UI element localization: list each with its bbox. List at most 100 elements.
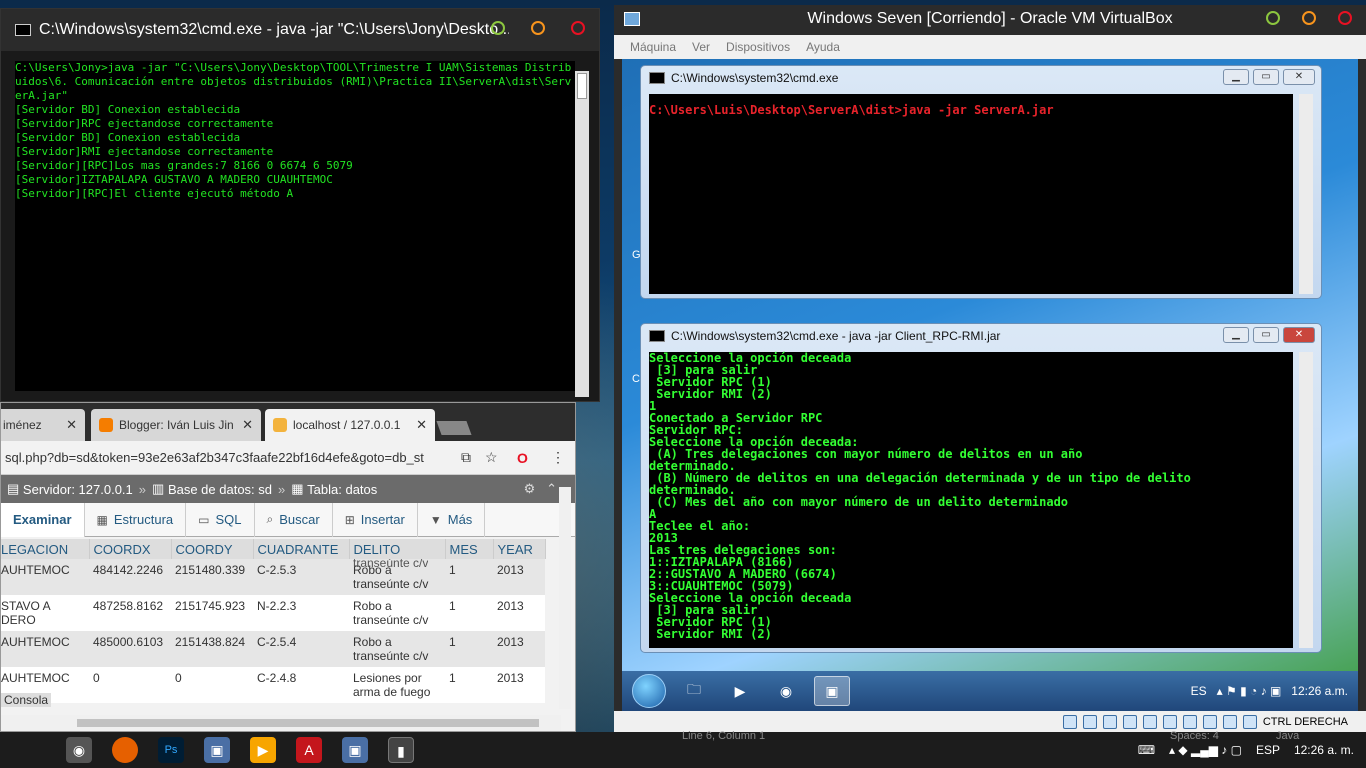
console-toggle[interactable]: Consola [1, 693, 52, 707]
explorer-icon[interactable]: 🗀 [676, 676, 712, 706]
tab-examinar[interactable]: Examinar [1, 502, 85, 537]
browser-window[interactable]: iménez ✕ Blogger: Iván Luis Jin ✕ localh… [0, 402, 576, 732]
cpu-icon[interactable] [1222, 715, 1237, 729]
tab-sql[interactable]: ▭ SQL [186, 502, 255, 537]
guest-cmd1-console[interactable]: C:\Users\Luis\Desktop\ServerA\dist>java … [649, 94, 1293, 294]
menu-ver[interactable]: Ver [692, 40, 710, 54]
cmd-taskbar-icon[interactable]: ▮ [388, 737, 414, 763]
opera-icon[interactable]: O [517, 450, 528, 466]
mouse-integration-icon[interactable] [1242, 715, 1257, 729]
tray-icons[interactable]: ▴ ◆ ▂▄▆ ♪ ▢ [1169, 743, 1242, 757]
tray-icons[interactable]: ▴ ⚑ ▮ ◔ ♪ ▣ [1217, 684, 1282, 698]
table-row[interactable]: STAVO A DERO 487258.8162 2151745.923 N-2… [1, 595, 545, 631]
acrobat-icon[interactable]: A [296, 737, 322, 763]
tab-buscar[interactable]: ⌕ Buscar [255, 502, 333, 537]
minimize-icon[interactable] [1302, 11, 1316, 25]
usb-icon[interactable] [1142, 715, 1157, 729]
apple-icon[interactable] [20, 737, 46, 763]
column-header[interactable]: YEAR [493, 539, 546, 559]
display-icon[interactable] [1182, 715, 1197, 729]
chrome-icon[interactable]: ◉ [66, 737, 92, 763]
language-indicator[interactable]: ES [1191, 684, 1207, 698]
settings-icon[interactable]: ⚙ ⌃ [524, 481, 557, 497]
virtualbox-icon[interactable]: ▣ [204, 737, 230, 763]
maximize-icon[interactable] [1266, 11, 1280, 25]
close-button[interactable]: ✕ [1283, 327, 1315, 343]
breadcrumb-table[interactable]: Tabla: datos [307, 482, 377, 497]
virtualbox-window[interactable]: Windows Seven [Corriendo] - Oracle VM Vi… [614, 5, 1366, 733]
close-button[interactable]: ✕ [1283, 69, 1315, 85]
address-bar[interactable]: ⧉ ☆ O ⋮ [1, 441, 575, 475]
guest-cmd2-titlebar[interactable]: C:\Windows\system32\cmd.exe - java -jar … [641, 324, 1321, 348]
column-header[interactable]: DELITO [349, 539, 446, 559]
browser-vscrollbar[interactable] [559, 487, 571, 709]
column-header[interactable]: MES [445, 539, 494, 559]
breadcrumb-database[interactable]: Base de datos: sd [168, 482, 272, 497]
keyboard-icon[interactable]: ⌨ [1138, 743, 1155, 757]
cmd-taskbar-icon[interactable]: ▣ [814, 676, 850, 706]
hdd-icon[interactable] [1062, 715, 1077, 729]
column-header[interactable]: CUADRANTE [253, 539, 350, 559]
star-icon[interactable]: ☆ [485, 449, 498, 466]
scroll-thumb[interactable] [77, 719, 539, 727]
column-header[interactable]: COORDX [89, 539, 172, 559]
new-tab-button[interactable] [436, 421, 472, 435]
guest-cmd-window-2[interactable]: C:\Windows\system32\cmd.exe - java -jar … [640, 323, 1322, 653]
host-console[interactable]: C:\Users\Jony>java -jar "C:\Users\Jony\D… [15, 61, 575, 391]
tab-estructura[interactable]: ▦ Estructura [85, 502, 187, 537]
maximize-button[interactable]: ▭ [1253, 69, 1279, 85]
minimize-button[interactable]: ▁ [1223, 327, 1249, 343]
photoshop-icon[interactable]: Ps [158, 737, 184, 763]
host-cmd-window[interactable]: C:\Windows\system32\cmd.exe - java -jar … [0, 8, 600, 402]
shared-folder-icon[interactable] [1162, 715, 1177, 729]
copy-icon[interactable]: ⧉ [461, 449, 471, 466]
media-player-icon[interactable]: ▶ [722, 676, 758, 706]
scroll-thumb[interactable] [577, 73, 587, 99]
optical-drive-icon[interactable] [1082, 715, 1097, 729]
close-icon[interactable]: ✕ [242, 417, 253, 433]
guest-cmd1-titlebar[interactable]: C:\Windows\system32\cmd.exe ▁ ▭ ✕ [641, 66, 1321, 90]
virtualbox-app-icon[interactable]: ▣ [342, 737, 368, 763]
table-row[interactable]: AUHTEMOC 0 0 C-2.4.8 Lesiones por arma d… [1, 667, 545, 703]
minimize-button[interactable]: ▁ [1223, 69, 1249, 85]
tab-mas[interactable]: ▼ Más [418, 502, 486, 537]
guest-cmd2-scrollbar[interactable] [1299, 352, 1313, 648]
capture-icon[interactable] [1202, 715, 1217, 729]
browser-hscrollbar[interactable] [1, 715, 561, 731]
maximize-icon[interactable] [491, 21, 505, 35]
url-input[interactable] [5, 450, 465, 465]
guest-clock[interactable]: 12:26 a.m. [1291, 684, 1348, 698]
breadcrumb-server[interactable]: Servidor: 127.0.0.1 [23, 482, 133, 497]
table-row[interactable]: AUHTEMOC 484142.2246 2151480.339 C-2.5.3… [1, 559, 545, 595]
media-player-icon[interactable]: ▶ [250, 737, 276, 763]
close-icon[interactable] [571, 21, 585, 35]
menu-maquina[interactable]: Máquina [630, 40, 676, 54]
host-language[interactable]: ESP [1256, 743, 1280, 757]
maximize-button[interactable]: ▭ [1253, 327, 1279, 343]
windows-start-button[interactable] [632, 674, 666, 708]
host-console-scrollbar[interactable] [575, 71, 589, 397]
column-header[interactable]: LEGACION [1, 539, 90, 559]
close-icon[interactable]: ✕ [66, 417, 77, 433]
firefox-icon[interactable] [112, 737, 138, 763]
audio-icon[interactable] [1102, 715, 1117, 729]
close-icon[interactable]: ✕ [416, 417, 427, 433]
vbox-titlebar[interactable]: Windows Seven [Corriendo] - Oracle VM Vi… [614, 5, 1366, 35]
table-row[interactable]: AUHTEMOC 485000.6103 2151438.824 C-2.5.4… [1, 631, 545, 667]
network-icon[interactable] [1122, 715, 1137, 729]
menu-icon[interactable]: ⋮ [551, 449, 565, 466]
chrome-icon[interactable]: ◉ [768, 676, 804, 706]
menu-ayuda[interactable]: Ayuda [806, 40, 840, 54]
tab-localhost[interactable]: localhost / 127.0.0.1 ✕ [265, 409, 435, 441]
guest-screen[interactable]: Go Cli P C:\Windows\system32\cmd.exe ▁ ▭… [622, 59, 1358, 711]
tab-insertar[interactable]: ⊞ Insertar [333, 502, 418, 537]
host-clock[interactable]: 12:26 a. m. [1294, 743, 1354, 757]
guest-cmd2-console[interactable]: Seleccione la opción deceada [3] para sa… [649, 352, 1293, 648]
close-icon[interactable] [1338, 11, 1352, 25]
column-header[interactable]: COORDY [171, 539, 254, 559]
guest-cmd1-scrollbar[interactable] [1299, 94, 1313, 294]
tab-blogger[interactable]: Blogger: Iván Luis Jin ✕ [91, 409, 261, 441]
menu-dispositivos[interactable]: Dispositivos [726, 40, 790, 54]
tab-imenez[interactable]: iménez ✕ [1, 409, 85, 441]
minimize-icon[interactable] [531, 21, 545, 35]
